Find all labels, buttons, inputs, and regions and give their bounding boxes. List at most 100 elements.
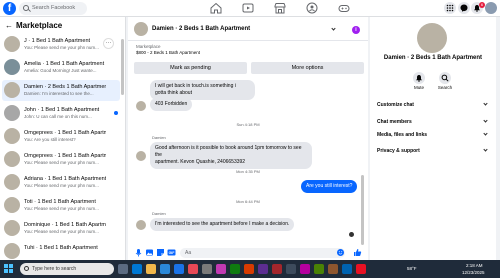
weather-temperature[interactable]: 58°F — [407, 266, 417, 271]
conversation-snippet: John: U can call me on this num... — [24, 114, 92, 119]
media-files-links-item[interactable]: Media, files and links — [377, 128, 491, 142]
conversation-item-active[interactable]: Damien · 2 Beds 1 Bath Apartment Damien:… — [2, 80, 120, 101]
message-input[interactable]: Aa — [180, 248, 345, 258]
sticker-icon[interactable] — [156, 248, 165, 257]
app-icon[interactable] — [314, 264, 324, 274]
privacy-support-item[interactable]: Privacy & support — [377, 144, 491, 158]
conversation-snippet: Damien: I'm interested to see the... — [24, 91, 94, 96]
video-icon[interactable] — [241, 1, 255, 15]
home-icon[interactable] — [209, 1, 223, 15]
app-icon[interactable] — [230, 264, 240, 274]
clock-time[interactable]: 2:18 AM — [466, 263, 483, 268]
sent-message: Are you still interest? — [301, 180, 358, 193]
message-composer: GIF Aa — [128, 246, 368, 260]
app-icon[interactable] — [286, 264, 296, 274]
app-icon[interactable] — [188, 264, 198, 274]
facebook-logo[interactable]: f — [3, 2, 16, 15]
sidebar-scrollbar[interactable] — [121, 39, 124, 95]
message-text: I will get back in touch.is something i — [155, 83, 236, 89]
conversation-avatar — [4, 82, 20, 98]
conversation-title: Damien · 2 Beds 1 Bath Apartment — [24, 84, 106, 90]
search-in-conversation-button[interactable]: Search — [433, 72, 457, 90]
app-icon[interactable] — [328, 264, 338, 274]
conversation-item[interactable]: John · 1 Bed 1 Bath Apartment John: U ca… — [2, 103, 120, 124]
customize-chat-item[interactable]: Customize chat — [377, 98, 491, 112]
message-thread: I will get back in touch.is something i … — [128, 76, 368, 246]
app-icon[interactable] — [216, 264, 226, 274]
mark-as-pending-button[interactable]: Mark as pending — [134, 62, 247, 74]
conversation-item[interactable]: J · 1 Bed 1 Bath Apartment You: Please s… — [2, 34, 120, 55]
groups-icon[interactable] — [305, 1, 319, 15]
conversation-avatar — [4, 59, 20, 75]
profile-avatar[interactable] — [485, 2, 497, 14]
app-icon[interactable] — [258, 264, 268, 274]
chat-panel: Damien · 2 Beds 1 Bath Apartment i Marke… — [128, 17, 368, 260]
chevron-down-icon — [483, 101, 488, 106]
menu-grid-icon[interactable] — [444, 2, 456, 14]
app-icon[interactable] — [202, 264, 212, 274]
windows-start-icon[interactable] — [4, 264, 14, 274]
conversation-item[interactable]: Omgeprees · 1 Bed 1 Bath Apartment You: … — [2, 126, 120, 147]
received-message: I will get back in touch.is something i … — [150, 80, 255, 100]
store-icon[interactable] — [160, 264, 170, 274]
item-label: Customize chat — [377, 102, 414, 108]
conversation-snippet: You: Please send me your phn num... — [24, 45, 99, 50]
contact-avatar — [417, 23, 447, 53]
chat-scrollbar[interactable] — [361, 175, 364, 245]
microphone-icon[interactable] — [134, 248, 143, 257]
app-icon[interactable] — [272, 264, 282, 274]
message-text: gotta think about — [155, 90, 192, 96]
conversation-avatar — [4, 174, 20, 190]
windows-taskbar: Type here to search 58°F 2:18 AM 12/23/2… — [0, 260, 500, 278]
more-options-button[interactable]: More options — [251, 62, 364, 74]
conversation-item[interactable]: Omgeprees · 1 Bed 1 Bath Apartment You: … — [2, 149, 120, 170]
taskbar-search[interactable]: Type here to search — [20, 263, 114, 275]
back-arrow-icon[interactable]: ← — [5, 21, 13, 30]
mute-button[interactable]: Mute — [407, 72, 431, 90]
app-icon[interactable] — [356, 264, 366, 274]
app-icon[interactable] — [244, 264, 254, 274]
thumbs-up-icon[interactable] — [353, 248, 362, 257]
conversation-details-panel: Damien · 2 Beds 1 Bath Apartment Mute Se… — [370, 17, 496, 260]
conversation-title: Dominique · 1 Bed 1 Bath Apartment — [24, 222, 106, 228]
message-text: 403 Forbidden — [155, 101, 188, 107]
sender-avatar — [136, 101, 146, 111]
conversation-avatar — [4, 128, 20, 144]
file-explorer-icon[interactable] — [146, 264, 156, 274]
conversation-item[interactable]: Amelia · 1 Bed 1 Bath Apartment Amelia: … — [2, 57, 120, 78]
sender-name: Damien — [152, 135, 166, 140]
chat-title[interactable]: Damien · 2 Beds 1 Bath Apartment — [152, 26, 250, 32]
app-icon[interactable] — [300, 264, 310, 274]
listing-source: Marketplace — [136, 44, 161, 49]
gif-icon[interactable]: GIF — [167, 248, 176, 257]
app-icon[interactable] — [342, 264, 352, 274]
chrome-icon[interactable] — [174, 264, 184, 274]
emoji-icon[interactable] — [336, 248, 345, 257]
image-icon[interactable] — [145, 248, 154, 257]
clock-date[interactable]: 12/23/2025 — [462, 270, 485, 275]
listing-title[interactable]: $800 - 2 Beds 1 Bath Apartment — [136, 50, 200, 55]
taskbar-search-placeholder: Type here to search — [32, 266, 77, 272]
conversation-title: Adriana · 1 Bed 1 Bath Apartment — [24, 176, 106, 182]
notifications-bell-icon[interactable]: 6 — [471, 2, 485, 14]
listing-info: Marketplace $800 - 2 Beds 1 Bath Apartme… — [136, 44, 200, 55]
message-text: apartment. Kevon Quashie, 2406653392 — [155, 159, 246, 165]
search-facebook-input[interactable]: Search Facebook — [19, 2, 87, 15]
sender-name: Damien — [152, 211, 166, 216]
conversation-snippet: Amelia: Good Morning! Just wante... — [24, 68, 97, 73]
more-options-icon[interactable]: ··· — [103, 38, 114, 49]
marketplace-icon[interactable] — [273, 1, 287, 15]
sender-avatar — [136, 220, 146, 230]
chevron-down-icon[interactable] — [331, 26, 336, 31]
conversation-item[interactable]: Toti · 1 Bed 1 Bath Apartment You: Pleas… — [2, 195, 120, 216]
gaming-icon[interactable] — [337, 1, 351, 15]
task-view-icon[interactable] — [118, 264, 128, 274]
conversation-item[interactable]: Tuhi · 1 Bed 1 Bath Apartment — [2, 241, 120, 260]
edge-icon[interactable] — [132, 264, 142, 274]
conversation-item[interactable]: Dominique · 1 Bed 1 Bath Apartment You: … — [2, 218, 120, 239]
conversation-item[interactable]: Adriana · 1 Bed 1 Bath Apartment You: Pl… — [2, 172, 120, 193]
conversation-snippet: You: Please send me your phn num... — [24, 206, 99, 211]
messenger-icon[interactable] — [458, 2, 470, 14]
chat-members-item[interactable]: Chat members — [377, 115, 491, 129]
info-icon[interactable]: i — [352, 26, 360, 34]
